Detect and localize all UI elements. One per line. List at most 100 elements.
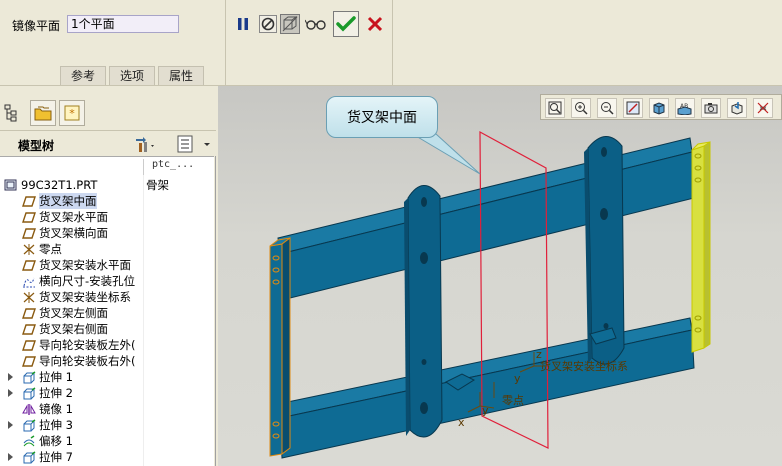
expand-arrow-icon[interactable] bbox=[8, 373, 13, 381]
tree-row-feature[interactable]: 导向轮安装板左外( bbox=[0, 337, 214, 353]
navigator-tabs: * bbox=[0, 86, 216, 130]
tree-row-feature[interactable]: 货叉架安装水平面 bbox=[0, 257, 214, 273]
tree-row-feature[interactable]: 拉伸 3 bbox=[0, 417, 214, 433]
tree-row-label: 货叉架安装水平面 bbox=[39, 258, 131, 272]
tab-favorites[interactable]: * bbox=[59, 100, 85, 126]
tree-row-column-value: 骨架 bbox=[146, 178, 169, 192]
apply-button[interactable] bbox=[333, 11, 359, 37]
zoom-in-button[interactable] bbox=[571, 98, 591, 118]
datum-display-button[interactable]: xx bbox=[753, 98, 773, 118]
right-plate-hole bbox=[600, 208, 608, 220]
no-preview-icon bbox=[259, 15, 277, 33]
tree-show-button[interactable] bbox=[177, 135, 213, 153]
tree-row-feature[interactable]: 货叉架中面 bbox=[0, 193, 214, 209]
datum-display-icon: xx bbox=[757, 102, 769, 114]
refit-button[interactable] bbox=[545, 98, 565, 118]
tree-row-feature[interactable]: 导向轮安装板右外( bbox=[0, 353, 214, 369]
tree-row-label: 偏移 1 bbox=[39, 434, 73, 448]
navigator-panel: * 模型树 ptc_... 99C32T1.PRT 骨架 货叉架中面 货叉架水平面 货叉… bbox=[0, 86, 216, 466]
tree-row-feature[interactable]: 货叉架左侧面 bbox=[0, 305, 214, 321]
tree-row-feature[interactable]: 拉伸 7 bbox=[0, 449, 214, 465]
model-tree: ptc_... 99C32T1.PRT 骨架 货叉架中面 货叉架水平面 货叉架横向面 零点… bbox=[0, 156, 214, 466]
tree-row-feature[interactable]: 镜像 1 bbox=[0, 401, 214, 417]
tree-settings-button[interactable] bbox=[133, 135, 159, 153]
tree-row-label: 货叉架横向面 bbox=[39, 226, 108, 240]
refit-icon bbox=[548, 101, 562, 115]
model-tree-header: 模型树 bbox=[0, 130, 216, 156]
pause-button[interactable] bbox=[232, 13, 254, 35]
csys-icon bbox=[22, 243, 36, 256]
view-toolbar: AB xx bbox=[540, 94, 782, 120]
tree-row-label: 横向尺寸-安装孔位 bbox=[39, 274, 136, 288]
repaint-button[interactable] bbox=[623, 98, 643, 118]
tree-row-feature[interactable]: 拉伸 2 bbox=[0, 385, 214, 401]
tab-references[interactable]: 参考 bbox=[60, 66, 106, 85]
datum-plane-icon bbox=[22, 323, 36, 336]
axis-z-label: z bbox=[536, 348, 542, 361]
close-icon bbox=[367, 16, 383, 32]
right-plate-hole bbox=[601, 147, 607, 157]
tab-options[interactable]: 选项 bbox=[109, 66, 155, 85]
graphics-window[interactable]: 货叉架中面 货叉架安装坐标系 零点 y y z x AB xx bbox=[218, 86, 782, 466]
tools-icon bbox=[136, 137, 154, 152]
cancel-button[interactable] bbox=[364, 13, 386, 35]
tree-row-part[interactable]: 99C32T1.PRT 骨架 bbox=[0, 177, 214, 193]
datum-plane-icon bbox=[22, 259, 36, 272]
dashboard-divider bbox=[225, 0, 226, 86]
tree-row-label: 拉伸 1 bbox=[39, 370, 73, 384]
tree-row-label: 99C32T1.PRT bbox=[21, 178, 98, 192]
tree-row-feature[interactable]: 货叉架右侧面 bbox=[0, 321, 214, 337]
column-header[interactable]: ptc_... bbox=[143, 159, 214, 175]
part-icon bbox=[4, 179, 18, 192]
tree-row-feature[interactable]: 货叉架横向面 bbox=[0, 225, 214, 241]
tree-row-feature[interactable]: 零点 bbox=[0, 241, 214, 257]
zoom-out-button[interactable] bbox=[597, 98, 617, 118]
tree-row-label: 货叉架水平面 bbox=[39, 210, 108, 224]
svg-text:*: * bbox=[69, 107, 75, 120]
axis-y-label-2: y bbox=[482, 404, 489, 417]
tree-row-feature[interactable]: 货叉架安装坐标系 bbox=[0, 289, 214, 305]
mirror-plane-collector[interactable]: 1个平面 bbox=[67, 15, 179, 33]
camera-icon bbox=[704, 103, 718, 114]
expand-arrow-icon[interactable] bbox=[8, 453, 13, 461]
callout-pointer bbox=[414, 133, 481, 175]
verify-mode-button[interactable] bbox=[305, 13, 327, 35]
model-3d-view[interactable] bbox=[218, 86, 782, 466]
right-guide-plate-side bbox=[703, 141, 711, 349]
tree-row-feature[interactable]: 货叉架水平面 bbox=[0, 209, 214, 225]
model-tree-tab-icon[interactable] bbox=[4, 104, 20, 122]
tab-folder-browser[interactable] bbox=[30, 100, 56, 126]
tree-row-feature[interactable]: 偏移 1 bbox=[0, 433, 214, 449]
saved-views-button[interactable]: AB bbox=[675, 98, 695, 118]
folder-icon bbox=[34, 106, 52, 121]
saved-views-icon: AB bbox=[677, 103, 692, 115]
svg-text:xx: xx bbox=[759, 105, 767, 112]
tab-properties[interactable]: 属性 bbox=[158, 66, 204, 85]
tree-row-feature[interactable]: 横向尺寸-安装孔位 bbox=[0, 273, 214, 289]
expand-arrow-icon[interactable] bbox=[8, 389, 13, 397]
left-plate-hole bbox=[421, 359, 427, 365]
display-style-button[interactable] bbox=[649, 98, 669, 118]
tree-row-label: 拉伸 7 bbox=[39, 450, 73, 464]
left-guide-plate-side bbox=[281, 237, 291, 455]
extrude-icon bbox=[22, 451, 36, 464]
favorites-icon: * bbox=[64, 105, 80, 121]
no-preview-button[interactable] bbox=[257, 13, 279, 35]
geometry-preview-button[interactable] bbox=[279, 13, 301, 35]
left-side-plate bbox=[407, 185, 443, 438]
extrude-icon bbox=[22, 387, 36, 400]
spin-center-button[interactable] bbox=[727, 98, 747, 118]
right-plate-hole bbox=[603, 323, 609, 329]
pause-icon bbox=[238, 18, 248, 30]
left-plate-hole bbox=[421, 197, 427, 207]
glasses-icon bbox=[305, 19, 326, 30]
geometry-preview-icon bbox=[280, 14, 300, 34]
snapshot-button[interactable] bbox=[701, 98, 721, 118]
tree-row-label: 拉伸 3 bbox=[39, 418, 73, 432]
tree-row-feature[interactable]: 拉伸 1 bbox=[0, 369, 214, 385]
left-plate-hole bbox=[420, 252, 428, 264]
datum-plane-icon bbox=[22, 355, 36, 368]
zoom-in-icon bbox=[575, 102, 588, 115]
expand-arrow-icon[interactable] bbox=[8, 421, 13, 429]
tree-row-label: 拉伸 2 bbox=[39, 386, 73, 400]
